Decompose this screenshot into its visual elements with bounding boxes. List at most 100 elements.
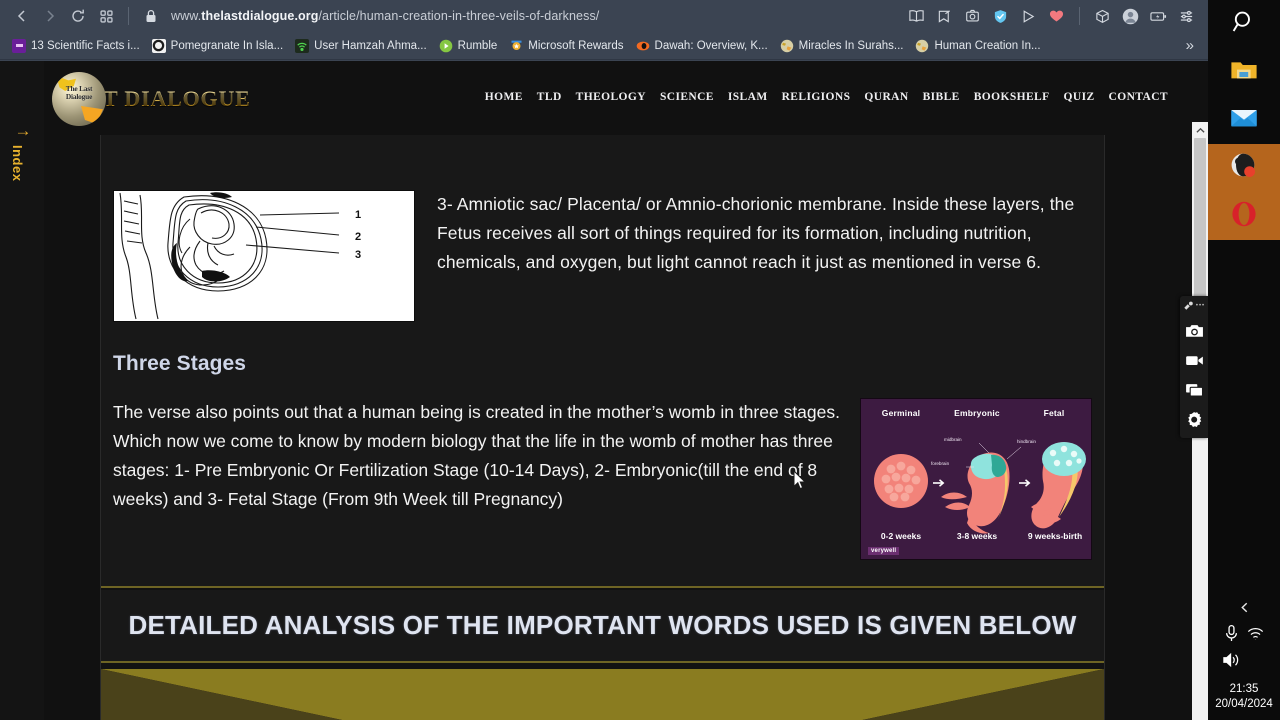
paragraph-with-figure: 1 2 3 3- Amniotic sac/ Placenta/ or Amni… [101,135,1104,322]
nav-item-religions[interactable]: RELIGIONS [782,91,851,103]
womb-label-2: 2 [355,231,361,243]
camera-icon[interactable] [1181,318,1207,342]
globe-logo-icon: The Last Dialogue [52,72,106,126]
stages-section: The verse also points out that a human b… [101,376,1104,560]
obs-studio-icon [1229,151,1259,186]
arrow-right-icon: → [14,121,32,140]
bookmark-item[interactable]: Microsoft Rewards [503,35,629,57]
video-camera-icon[interactable] [1181,348,1207,372]
bookmark-label: User Hamzah Ahma... [314,39,427,52]
tray-row-mic-wifi [1208,624,1280,648]
nav-item-islam[interactable]: ISLAM [728,91,768,103]
taskbar-opera-button[interactable] [1208,192,1280,240]
search-icon [1231,9,1257,40]
gear-icon[interactable] [1181,408,1207,432]
taskbar-file-explorer-button[interactable] [1208,48,1280,96]
bookmark-item[interactable]: Miracles In Surahs... [774,35,910,57]
globe-icon [780,39,794,53]
nav-item-contact[interactable]: CONTACT [1109,91,1168,103]
screenshot-icon[interactable] [959,3,986,29]
article-paragraph-1: 3- Amniotic sac/ Placenta/ or Amnio-chor… [437,194,1075,272]
profile-icon[interactable] [1117,3,1144,29]
show-hidden-icons-chevron[interactable] [1238,600,1251,622]
bookmarks-bar: 13 Scientific Facts i... Pomegranate In … [0,32,1208,60]
heart-icon[interactable] [1043,3,1070,29]
nav-item-tld[interactable]: TLD [537,91,562,103]
ring-icon [151,38,166,53]
prenatal-stages-infographic: Germinal Embryonic Fetal midbrain hindbr… [860,398,1092,560]
extensions-cube-icon[interactable] [1089,3,1116,29]
nav-item-bible[interactable]: BIBLE [923,91,960,103]
toolbar-divider-2 [1079,7,1080,25]
bookmark-item[interactable]: User Hamzah Ahma... [289,35,432,57]
heading-detailed-analysis: DETAILED ANALYSIS OF THE IMPORTANT WORDS… [128,610,1077,640]
browser-toolbar: www.thelastdialogue.org/article/human-cr… [0,0,1208,32]
drag-handle-icon[interactable]: ••• [1183,300,1205,312]
toolbar-divider [128,7,129,25]
index-tab[interactable]: → Index [10,121,36,182]
bookmark-item[interactable]: Human Creation In... [909,35,1046,57]
article-paragraph-2: The verse also points out that a human b… [113,402,840,509]
microphone-icon[interactable] [1224,624,1239,648]
nav-item-science[interactable]: SCIENCE [660,91,714,103]
send-icon[interactable] [1015,3,1042,29]
screen-recorder-toolbar: ••• [1180,296,1208,438]
speaker-icon[interactable] [1222,652,1241,673]
tab-overview-button[interactable] [92,3,120,29]
shield-check-icon[interactable] [987,3,1014,29]
reload-button[interactable] [64,3,92,29]
bookmark-item[interactable]: 13 Scientific Facts i... [6,35,146,57]
article-body: 1 2 3 3- Amniotic sac/ Placenta/ or Amni… [100,135,1105,720]
taskbar-clock[interactable]: 21:35 20/04/2024 [1215,676,1273,712]
battery-saver-icon[interactable] [1145,3,1172,29]
handle-dots-icon: ••• [1195,303,1206,309]
taskbar-obs-button[interactable] [1208,144,1280,192]
verywell-watermark: verywell [868,547,900,555]
bookmark-item[interactable]: Dawah: Overview, K... [630,35,774,57]
bookmark-item[interactable]: Pomegranate In Isla... [146,35,290,57]
bookmark-label: Rumble [457,39,498,52]
bookmark-label: Microsoft Rewards [528,39,624,52]
settings-more-icon[interactable] [1173,3,1200,29]
page-viewport: → Index The Last Dialogue ST DIALOGUE HO… [0,61,1208,720]
nav-item-bookshelf[interactable]: BOOKSHELF [974,91,1050,103]
index-label: Index [10,145,25,182]
purple-square-icon [12,38,26,53]
globe-icon [915,39,929,53]
address-bar[interactable]: www.thelastdialogue.org/article/human-cr… [137,3,903,29]
nav-item-theology[interactable]: THEOLOGY [576,91,646,103]
opera-browser-icon [1230,200,1258,233]
bookmark-label: Dawah: Overview, K... [654,39,768,52]
embryo-brain-label: midbrain [944,437,962,442]
nav-item-quran[interactable]: QURAN [864,91,908,103]
scroll-up-arrow-icon[interactable] [1192,122,1208,138]
bookmarks-overflow-button[interactable]: » [1186,38,1194,53]
forward-button[interactable] [36,3,64,29]
site-logo[interactable]: The Last Dialogue ST DIALOGUE [52,71,251,127]
read-aloud-icon[interactable] [903,3,930,29]
screen-window-icon[interactable] [1181,378,1207,402]
bookmark-item[interactable]: Rumble [433,35,504,57]
nav-item-quiz[interactable]: QUIZ [1064,91,1095,103]
orange-eye-icon [636,39,650,53]
mail-icon [1230,107,1258,134]
taskbar-search-button[interactable] [1208,0,1280,48]
back-button[interactable] [8,3,36,29]
rewards-trophy-icon [509,39,523,53]
perspective-banner-graphic [101,663,1104,720]
toolbar-actions [903,3,1200,29]
bookmark-label: Pomegranate In Isla... [170,39,284,52]
wifi-icon[interactable] [1247,627,1264,646]
clock-time: 21:35 [1229,683,1259,695]
collections-icon[interactable] [931,3,958,29]
bookmark-label: 13 Scientific Facts i... [31,39,140,52]
bookmark-label: Human Creation In... [934,39,1041,52]
taskbar-mail-button[interactable] [1208,96,1280,144]
embryo-brain-label: hindbrain [1017,439,1036,444]
url-text: www.thelastdialogue.org/article/human-cr… [171,9,600,23]
site-header: The Last Dialogue ST DIALOGUE HOME TLD T… [44,61,1192,135]
nav-item-home[interactable]: HOME [485,91,523,103]
windows-taskbar: 21:35 20/04/2024 [1208,0,1280,720]
bookmark-label: Miracles In Surahs... [798,39,904,52]
file-explorer-icon [1230,58,1258,87]
